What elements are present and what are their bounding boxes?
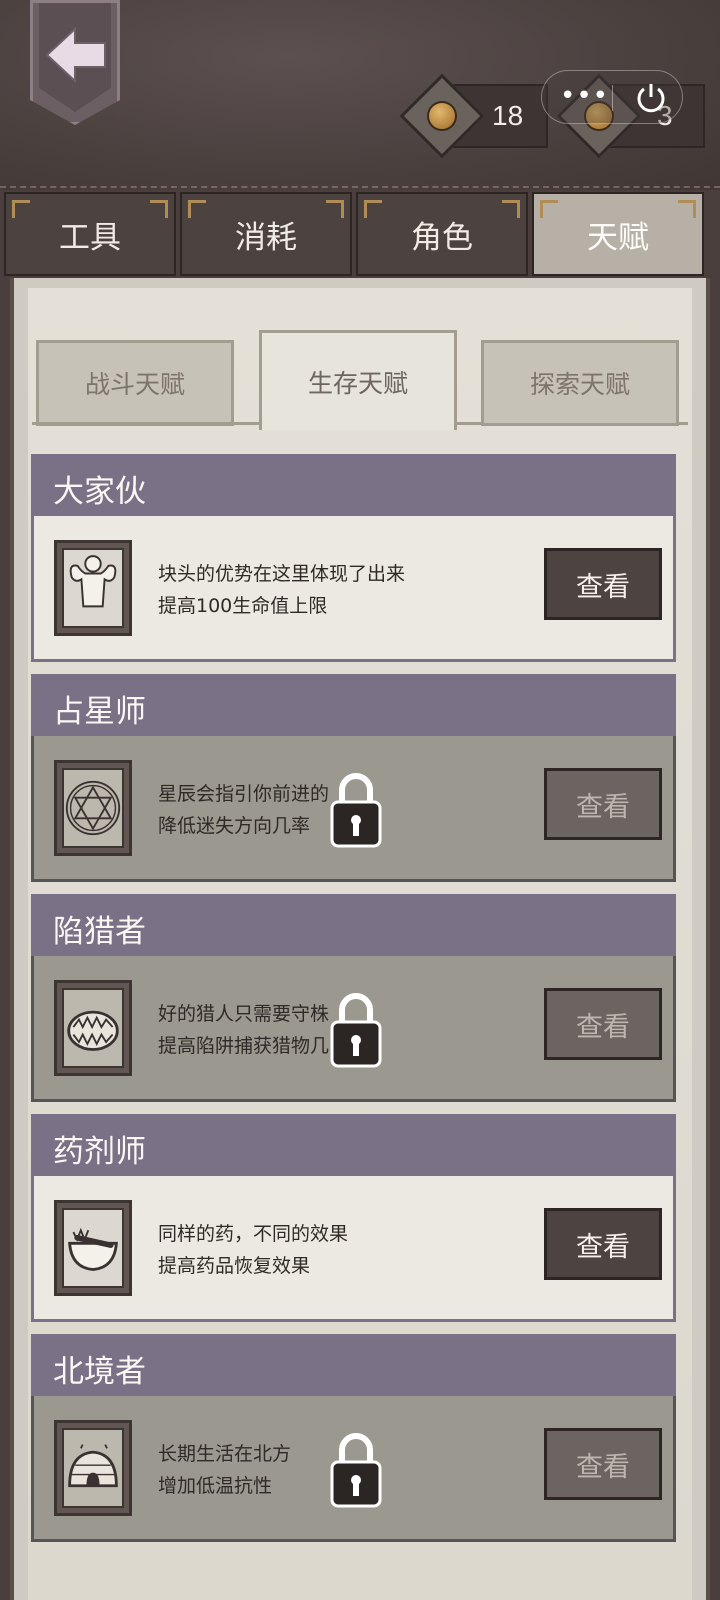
talent-icon-frame [54, 1420, 132, 1516]
talent-body: 星辰会指引你前进的 降低迷失方向几率 查看 [31, 736, 676, 882]
talent-desc-line2: 降低迷失方向几率 [158, 815, 311, 837]
muscle-man-icon [69, 555, 117, 608]
currency-coins: 18 [399, 73, 548, 159]
lock-icon [330, 993, 382, 1068]
view-button[interactable]: 查看 [544, 1428, 662, 1500]
back-arrow-icon [45, 27, 106, 83]
subtab-label: 战斗天赋 [84, 370, 185, 399]
power-icon[interactable] [634, 81, 668, 115]
lock-icon [330, 1433, 382, 1508]
talent-description: 长期生活在北方 增加低温抗性 [158, 1438, 291, 1502]
view-button[interactable]: 查看 [544, 988, 662, 1060]
subtab-explore[interactable]: 探索天赋 [481, 340, 679, 426]
back-button[interactable] [30, 0, 120, 125]
more-options-icon[interactable]: ••• [560, 81, 609, 111]
talent-desc-line1: 好的猎人只需要守株 [158, 1003, 330, 1025]
talent-title: 陷猎者 [31, 894, 676, 956]
bear-trap-icon [67, 1010, 119, 1051]
view-button[interactable]: 查看 [544, 548, 662, 620]
main-tab-bar: 工具 消耗 角色 天赋 [0, 192, 720, 276]
tab-tools[interactable]: 工具 [4, 192, 176, 276]
igloo-icon [68, 1444, 118, 1488]
mini-program-capsule: ••• [541, 70, 683, 124]
talent-card: 北境者 长期生活在北方 增加低温抗性 查看 [31, 1334, 676, 1542]
talent-desc-line2: 提高100生命值上限 [158, 595, 328, 617]
coin-icon [427, 101, 457, 131]
tab-label: 工具 [59, 219, 121, 256]
talent-description: 好的猎人只需要守株 提高陷阱捕获猎物几 [158, 998, 329, 1062]
lock-icon [330, 773, 382, 848]
talent-body: 块头的优势在这里体现了出来 提高100生命值上限 查看 [31, 516, 676, 662]
talent-desc-line1: 星辰会指引你前进的 [158, 783, 330, 805]
talent-title: 大家伙 [31, 454, 676, 516]
talent-body: 长期生活在北方 增加低温抗性 查看 [31, 1396, 676, 1542]
talent-title: 北境者 [31, 1334, 676, 1396]
subtab-label: 探索天赋 [529, 370, 630, 399]
view-button[interactable]: 查看 [544, 1208, 662, 1280]
talent-desc-line2: 提高陷阱捕获猎物几 [158, 1035, 330, 1057]
talent-icon-frame [54, 540, 132, 636]
subtab-combat[interactable]: 战斗天赋 [36, 340, 234, 426]
talent-icon-frame [54, 980, 132, 1076]
talent-card: 大家伙 块头的优势在这里体现了出来 提高100生命值上限 查看 [31, 454, 676, 662]
talent-desc-line2: 增加低温抗性 [158, 1475, 273, 1497]
talent-title: 药剂师 [31, 1114, 676, 1176]
talent-description: 同样的药，不同的效果 提高药品恢复效果 [158, 1218, 348, 1282]
talent-card: 占星师 星辰会指引你前进的 降低迷失方向几率 查看 [31, 674, 676, 882]
currency-value: 18 [492, 100, 524, 131]
tab-talents[interactable]: 天赋 [532, 192, 704, 276]
talent-desc-line2: 提高药品恢复效果 [158, 1255, 311, 1277]
tab-label: 角色 [411, 219, 473, 256]
tab-label: 天赋 [587, 219, 649, 256]
talent-desc-line1: 长期生活在北方 [158, 1443, 292, 1465]
mortar-pestle-icon [68, 1227, 118, 1271]
talent-desc-line1: 块头的优势在这里体现了出来 [158, 563, 406, 585]
talent-icon-frame [54, 760, 132, 856]
talent-body: 同样的药，不同的效果 提高药品恢复效果 查看 [31, 1176, 676, 1322]
talent-description: 块头的优势在这里体现了出来 提高100生命值上限 [158, 558, 405, 622]
capsule-separator [612, 85, 613, 111]
talent-description: 星辰会指引你前进的 降低迷失方向几率 [158, 778, 329, 842]
talent-desc-line1: 同样的药，不同的效果 [158, 1223, 349, 1245]
tab-label: 消耗 [235, 219, 297, 256]
subtab-survival[interactable]: 生存天赋 [259, 330, 457, 430]
tab-consumables[interactable]: 消耗 [180, 192, 352, 276]
talent-icon-frame [54, 1200, 132, 1296]
talent-body: 好的猎人只需要守株 提高陷阱捕获猎物几 查看 [31, 956, 676, 1102]
talent-title: 占星师 [31, 674, 676, 736]
tab-character[interactable]: 角色 [356, 192, 528, 276]
view-button[interactable]: 查看 [544, 768, 662, 840]
talent-card: 药剂师 同样的药，不同的效果 提高药品恢复效果 查看 [31, 1114, 676, 1322]
hexagram-icon [65, 780, 121, 836]
talent-card: 陷猎者 好的猎人只需要守株 提高陷阱捕获猎物几 查看 [31, 894, 676, 1102]
subtab-label: 生存天赋 [307, 368, 408, 398]
